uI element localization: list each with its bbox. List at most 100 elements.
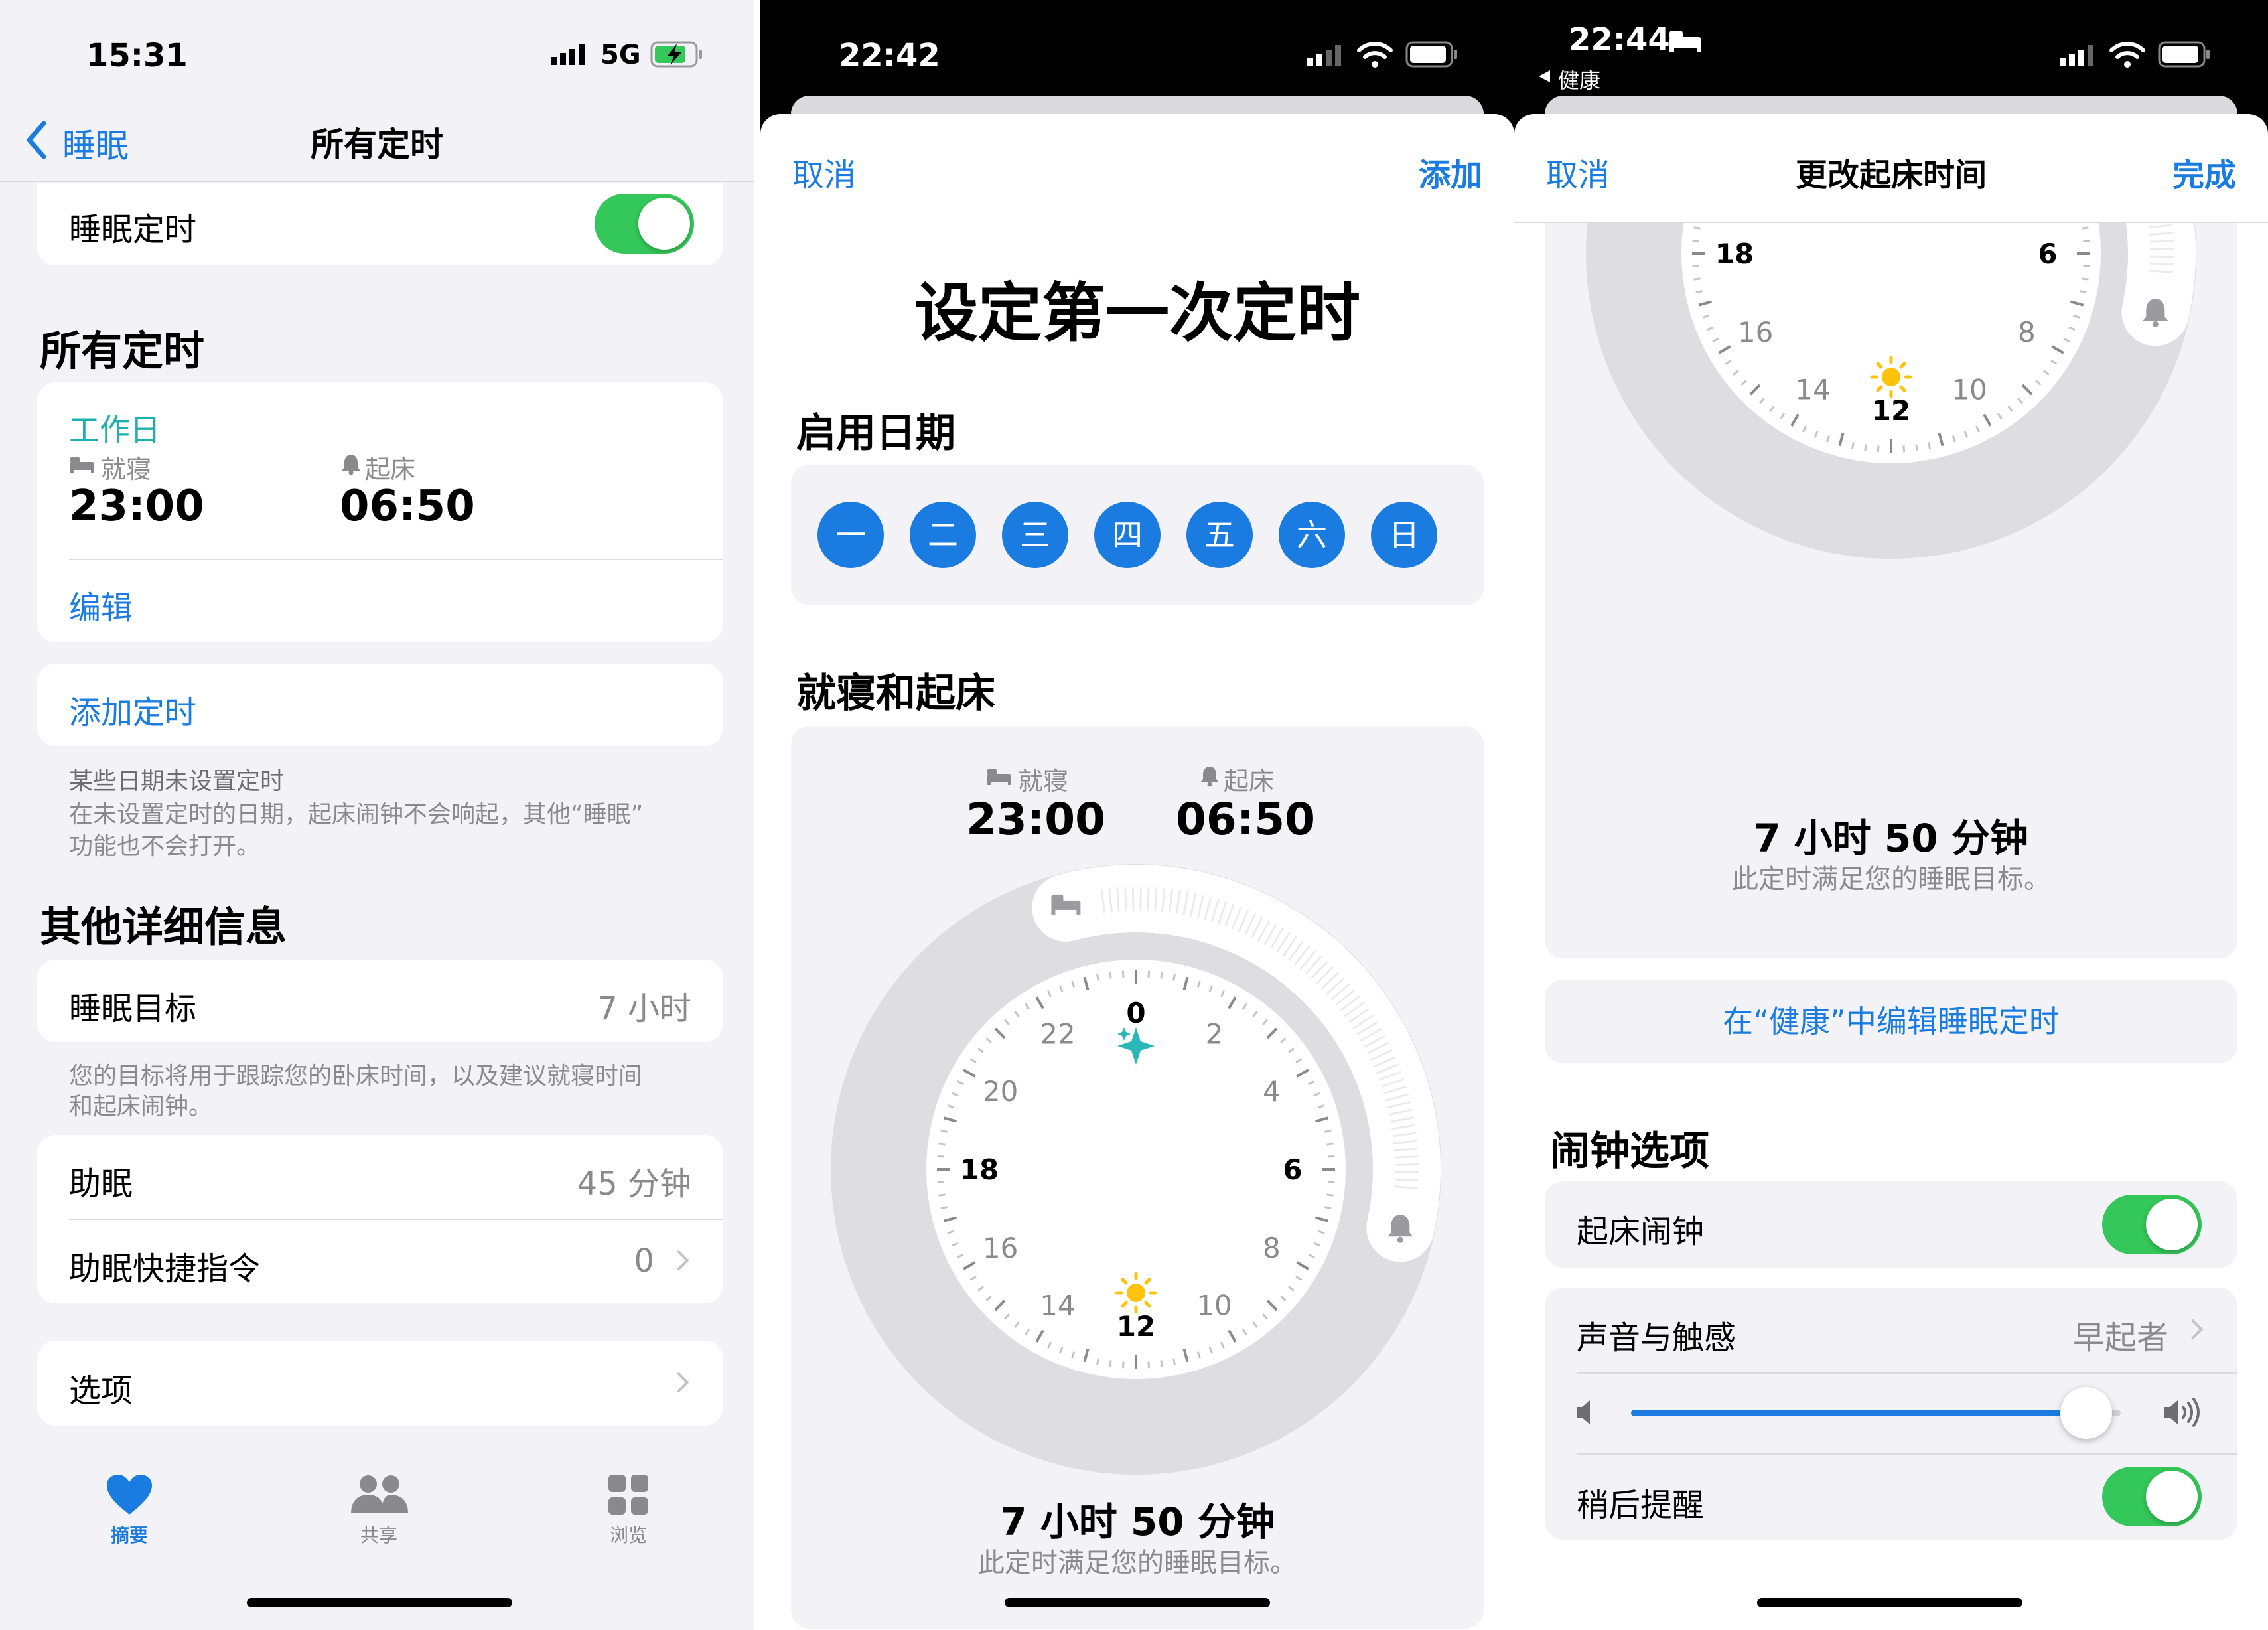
- dial-tick: [1328, 1181, 1335, 1184]
- bed-wake-heading: 就寝和起床: [796, 670, 995, 717]
- day-picker: 一二三四五六日: [791, 465, 1484, 605]
- sleep-clock-dial[interactable]: 0246810121416182022: [1573, 223, 2210, 572]
- arc-tick: [1147, 887, 1150, 911]
- sound-haptics-row[interactable]: 声音与触感 早起者: [1545, 1288, 2237, 1372]
- arc-tick: [2149, 262, 2174, 265]
- dial-tick: [1160, 972, 1163, 979]
- tab-sharing[interactable]: 共享: [336, 1473, 422, 1548]
- day-toggle-7[interactable]: 日: [1371, 502, 1437, 568]
- wake-alarm-label: 起床闹钟: [1577, 1213, 1705, 1250]
- edit-schedule-button[interactable]: 编辑: [69, 581, 133, 628]
- dial-tick: [2083, 265, 2090, 268]
- add-schedule-label: 添加定时: [69, 694, 197, 731]
- tab-browse[interactable]: 浏览: [585, 1473, 672, 1548]
- sleep-clock-dial[interactable]: 0246810121416182022: [817, 851, 1454, 1488]
- dial-hour-label: 2: [1206, 1018, 1224, 1051]
- cancel-button[interactable]: 取消: [792, 149, 856, 195]
- first-schedule-sheet: 22:42 取消 添加 设定第一次定时 启用日期 一二三四五六日 就寝和起床 就…: [760, 0, 1514, 1630]
- tab-summary[interactable]: 摘要: [86, 1473, 173, 1548]
- add-button[interactable]: 添加: [1419, 149, 1482, 195]
- note-body-1: 在未设置定时的日期，起床闹钟不会响起，其他“睡眠”: [69, 801, 644, 828]
- people-icon: [351, 1475, 408, 1513]
- nav-divider: [0, 181, 754, 182]
- signal-icon: [2060, 44, 2099, 73]
- dial-tick: [940, 1130, 948, 1133]
- grid-icon: [608, 1475, 648, 1515]
- all-schedules-heading: 所有定时: [40, 327, 205, 375]
- dial-tick: [2083, 239, 2090, 242]
- dial-hour-label: 6: [1283, 1153, 1302, 1186]
- change-wake-time-sheet: 22:44 健康 取消 更改起床时间 完成 024681012141618202…: [1514, 0, 2268, 1630]
- volume-slider[interactable]: [1631, 1387, 2121, 1439]
- day-toggle-3[interactable]: 三: [1002, 502, 1068, 568]
- bed-wake-card: 就寝 23:00 起床 06:50 0 2 4 6 8 10 12 14 16 18 20 22 7 …: [791, 726, 1484, 1629]
- other-details-heading: 其他详细信息: [40, 903, 287, 951]
- snooze-toggle[interactable]: [2102, 1467, 2202, 1526]
- wind-down-shortcuts-row[interactable]: 助眠快捷指令 0: [37, 1220, 723, 1303]
- dial-tick: [1692, 239, 1699, 242]
- chevron-right-icon: [668, 1250, 689, 1271]
- battery-icon: [1405, 40, 1460, 72]
- bed-icon: [1668, 27, 1703, 56]
- home-indicator: [1757, 1598, 2022, 1607]
- tab-label: 浏览: [609, 1524, 647, 1546]
- wake-alarm-toggle[interactable]: [2102, 1195, 2202, 1254]
- sleep-schedule-label: 睡眠定时: [69, 211, 197, 248]
- dial-tick: [1695, 290, 1703, 293]
- day-toggle-5[interactable]: 五: [1186, 502, 1253, 568]
- options-row[interactable]: 选项: [37, 1341, 723, 1426]
- sleep-schedule-toggle[interactable]: [595, 194, 694, 254]
- note-body-2: 功能也不会打开。: [69, 833, 261, 860]
- dial-tick: [1692, 265, 1699, 268]
- clock-card: 0246810121416182022 7 小时 50 分钟 此定时满足您的睡眠…: [1545, 223, 2237, 958]
- sun-icon: [1870, 356, 1912, 398]
- edit-in-health-label: 在“健康”中编辑睡眠定时: [1723, 1003, 2060, 1039]
- done-button[interactable]: 完成: [2172, 149, 2236, 195]
- day-toggle-1[interactable]: 一: [817, 502, 884, 568]
- dial-hour-label: 10: [1951, 373, 1987, 406]
- dial-hour-label: 4: [1263, 1075, 1281, 1108]
- day-toggle-6[interactable]: 六: [1279, 502, 1345, 568]
- alarm-options-heading: 闹钟选项: [1550, 1128, 1709, 1175]
- status-time: 22:44: [1569, 21, 1670, 58]
- bed-icon: [69, 454, 96, 477]
- schedule-card[interactable]: 工作日 就寝 23:00 起床 06:50 编辑: [37, 382, 723, 642]
- wind-down-shortcuts-value: 0: [634, 1242, 654, 1280]
- add-schedule-button[interactable]: 添加定时: [37, 664, 723, 746]
- wind-down-row[interactable]: 助眠 45 分钟: [37, 1135, 723, 1219]
- dial-hour-label: 6: [2038, 238, 2057, 270]
- battery-icon: [2158, 40, 2212, 72]
- dial-tick: [1109, 972, 1112, 979]
- dial-tick: [940, 1206, 948, 1209]
- home-indicator: [247, 1598, 512, 1607]
- dial-tick: [937, 1155, 944, 1158]
- dial-hour-label: 12: [1117, 1310, 1155, 1343]
- snooze-row: 稍后提醒: [1545, 1455, 2237, 1540]
- arc-tick: [2149, 240, 2174, 243]
- sleep-goal-row[interactable]: 睡眠目标 7 小时: [37, 960, 723, 1042]
- duration-note: 此定时满足您的睡眠目标。: [978, 1548, 1297, 1578]
- wake-label: 起床: [1224, 767, 1275, 796]
- edit-in-health-button[interactable]: 在“健康”中编辑睡眠定时: [1545, 980, 2237, 1063]
- sleep-schedule-row: 睡眠定时: [37, 183, 723, 265]
- wifi-icon: [1356, 40, 1393, 72]
- day-toggle-2[interactable]: 二: [910, 502, 976, 568]
- bedtime-label: 就寝: [1018, 767, 1069, 796]
- sound-haptics-label: 声音与触感: [1577, 1319, 1736, 1357]
- dial-hour-label: 14: [1040, 1289, 1075, 1321]
- wind-down-group: 助眠 45 分钟 助眠快捷指令 0: [37, 1135, 723, 1303]
- goal-note-1: 您的目标将用于跟踪您的卧床时间，以及建议就寝时间: [69, 1063, 643, 1090]
- back-app-label[interactable]: 健康: [1558, 64, 1600, 94]
- back-to-app-icon[interactable]: [1537, 69, 1551, 86]
- bell-icon: [340, 453, 362, 478]
- dial-tick: [2080, 290, 2087, 293]
- battery-charging-icon: [650, 40, 705, 72]
- dial-hour-label: 14: [1795, 373, 1830, 406]
- arc-tick: [1394, 1155, 1419, 1159]
- sheet-title: 更改起床时间: [1795, 157, 1987, 194]
- sound-haptics-value: 早起者: [2072, 1319, 2168, 1357]
- dial-hour-label: 8: [1263, 1232, 1281, 1264]
- day-toggle-4[interactable]: 四: [1094, 502, 1161, 568]
- volume-knob[interactable]: [2060, 1387, 2113, 1439]
- wake-value: 06:50: [340, 482, 475, 531]
